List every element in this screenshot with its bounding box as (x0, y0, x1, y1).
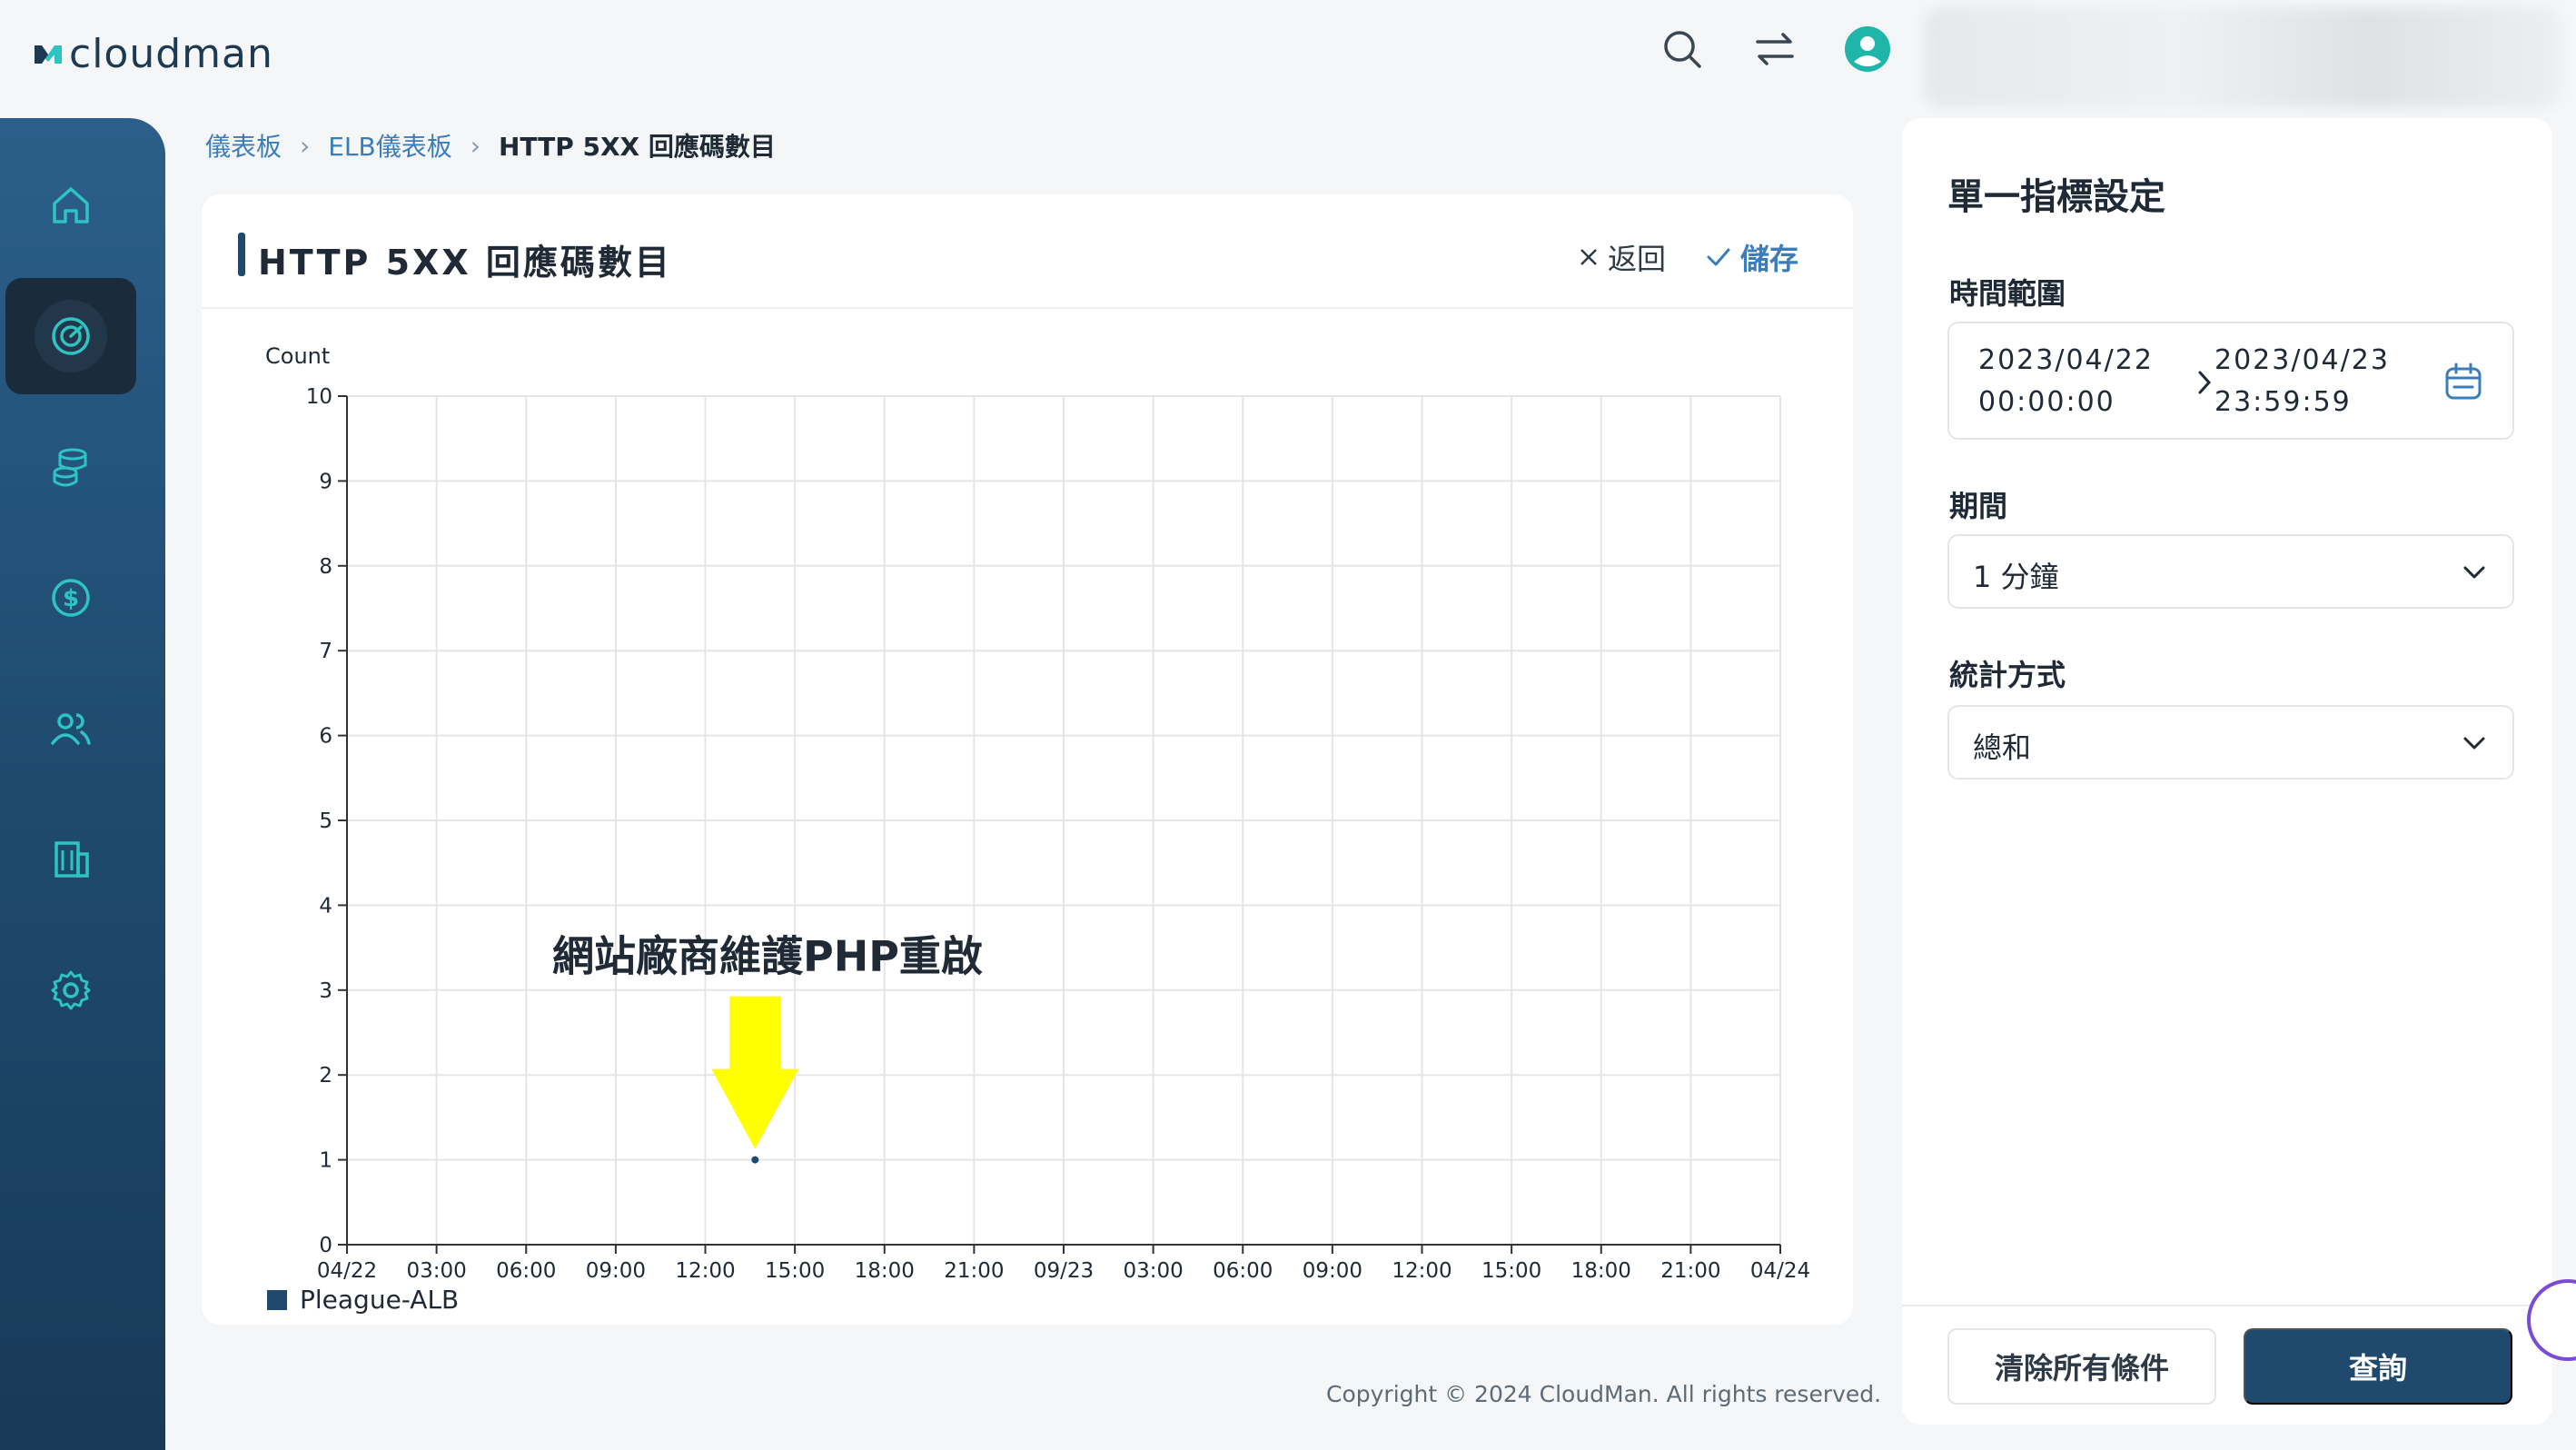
x-tick-label: 03:00 (406, 1259, 466, 1283)
end-time: 23:59:59 (2214, 386, 2352, 418)
x-tick-label: 12:00 (1392, 1259, 1451, 1283)
logo-mark-icon (35, 45, 62, 64)
card-header: HTTP 5XX 回應碼數目 返回 儲存 (202, 194, 1853, 309)
end-date: 2023/04/23 (2214, 344, 2390, 376)
y-axis-label: Count (265, 343, 330, 369)
breadcrumb: 儀表板 › ELB儀表板 › HTTP 5XX 回應碼數目 (205, 127, 776, 164)
x-tick-label: 06:00 (496, 1259, 556, 1283)
y-tick-label: 4 (319, 894, 332, 918)
x-tick-label: 15:00 (1481, 1259, 1541, 1283)
home-icon (53, 187, 89, 223)
switch-arrows-icon[interactable] (1751, 25, 1798, 73)
back-button[interactable]: 返回 (1579, 236, 1666, 278)
chevron-right-icon: › (300, 130, 311, 161)
calendar-icon[interactable] (2443, 362, 2483, 402)
annotation-text: 網站廠商維護PHP重啟 (552, 932, 983, 981)
breadcrumb-elb-dashboard[interactable]: ELB儀表板 (328, 127, 452, 164)
building-icon (54, 841, 89, 878)
sidebar-item-organization[interactable] (5, 801, 136, 918)
users-icon (51, 713, 91, 745)
breadcrumb-current: HTTP 5XX 回應碼數目 (498, 132, 776, 162)
y-tick-label: 3 (319, 979, 332, 1003)
logo[interactable]: cloudman (33, 31, 273, 77)
x-tick-label: 03:00 (1123, 1259, 1183, 1283)
panel-footer-divider (1902, 1305, 2552, 1306)
date-range-picker[interactable]: 2023/04/22 00:00:00 2023/04/23 23:59:59 (1947, 322, 2514, 440)
start-time: 00:00:00 (1978, 386, 2115, 418)
chevron-down-icon (2463, 566, 2485, 579)
time-range-label: 時間範圍 (1949, 276, 2066, 311)
panel-title: 單一指標設定 (1947, 176, 2165, 218)
sidebar-item-home[interactable] (5, 147, 136, 263)
annotation-arrow (711, 996, 799, 1149)
data-point (751, 1156, 759, 1164)
chart-card: HTTP 5XX 回應碼數目 返回 儲存 0 1 2 3 4 5 6 7 8 9 10 04/22 03… (202, 194, 1853, 1325)
card-title: HTTP 5XX 回應碼數目 (258, 243, 672, 283)
user-info-blurred (1924, 7, 2560, 107)
y-tick-label: 1 (319, 1149, 332, 1173)
x-tick-label: 15:00 (765, 1259, 825, 1283)
metric-settings-panel: 單一指標設定 時間範圍 2023/04/22 00:00:00 2023/04/… (1902, 118, 2552, 1425)
search-icon[interactable] (1659, 25, 1706, 73)
breadcrumb-dashboard[interactable]: 儀表板 (205, 127, 282, 164)
back-label: 返回 (1608, 242, 1667, 276)
period-label: 期間 (1949, 489, 2008, 523)
legend-swatch (267, 1290, 287, 1310)
y-tick-label: 6 (319, 725, 332, 749)
save-label: 儲存 (1740, 242, 1799, 276)
x-tick-label: 04/24 (1750, 1259, 1810, 1283)
check-icon (1707, 248, 1730, 266)
close-icon (1580, 249, 1597, 265)
y-tick-label: 5 (319, 809, 332, 833)
x-tick-label: 09/23 (1034, 1259, 1094, 1283)
x-tick-label: 06:00 (1213, 1259, 1273, 1283)
statistic-value: 總和 (1973, 730, 2032, 765)
chevron-right-icon: › (470, 130, 481, 161)
x-tick-label: 18:00 (1571, 1259, 1631, 1283)
y-tick-label: 8 (319, 555, 332, 579)
chevron-down-icon (2463, 737, 2485, 750)
x-tick-label: 09:00 (586, 1259, 646, 1283)
clear-conditions-button[interactable]: 清除所有條件 (1947, 1328, 2216, 1405)
dollar-icon: $ (52, 579, 90, 617)
logo-text: cloudman (69, 31, 273, 77)
legend-label: Pleague-ALB (300, 1285, 459, 1315)
x-tick-label: 18:00 (855, 1259, 915, 1283)
y-tick-label: 2 (319, 1064, 332, 1088)
sidebar-item-dashboard[interactable] (5, 278, 136, 394)
sidebar: $ (0, 118, 165, 1450)
database-coins-icon (53, 448, 87, 487)
sidebar-item-settings[interactable] (5, 932, 136, 1048)
sidebar-item-billing[interactable]: $ (5, 540, 136, 656)
query-button[interactable]: 查詢 (2244, 1328, 2512, 1405)
statistic-label: 統計方式 (1949, 658, 2066, 692)
x-tick-label: 21:00 (1660, 1259, 1720, 1283)
y-tick-label: 10 (306, 385, 332, 409)
sidebar-item-resources[interactable] (5, 409, 136, 525)
x-tick-label: 04/22 (317, 1259, 377, 1283)
x-tick-label: 12:00 (675, 1259, 735, 1283)
user-avatar-icon[interactable] (1844, 25, 1891, 73)
period-value: 1 分鐘 (1973, 560, 2059, 594)
y-tick-label: 9 (319, 470, 332, 493)
period-select[interactable]: 1 分鐘 (1947, 534, 2514, 609)
top-bar: cloudman (0, 0, 2576, 118)
start-date: 2023/04/22 (1978, 344, 2154, 376)
sidebar-item-users[interactable] (5, 670, 136, 787)
y-tick-label: 0 (319, 1234, 332, 1257)
title-accent-bar (238, 233, 245, 276)
x-tick-label: 21:00 (944, 1259, 1004, 1283)
dashboard-gauge-icon (52, 317, 90, 355)
x-tick-label: 09:00 (1303, 1259, 1362, 1283)
svg-text:$: $ (63, 585, 79, 612)
chevron-right-icon (2198, 371, 2212, 394)
gear-icon (51, 970, 91, 1010)
y-tick-label: 7 (319, 640, 332, 663)
save-button[interactable]: 儲存 (1706, 236, 1798, 278)
chart-plot: 0 1 2 3 4 5 6 7 8 9 10 04/22 03:00 06:00 09:00 12:00 15:… (265, 343, 1810, 1315)
statistic-select[interactable]: 總和 (1947, 705, 2514, 780)
copyright-text: Copyright © 2024 CloudMan. All rights re… (1326, 1381, 1882, 1407)
